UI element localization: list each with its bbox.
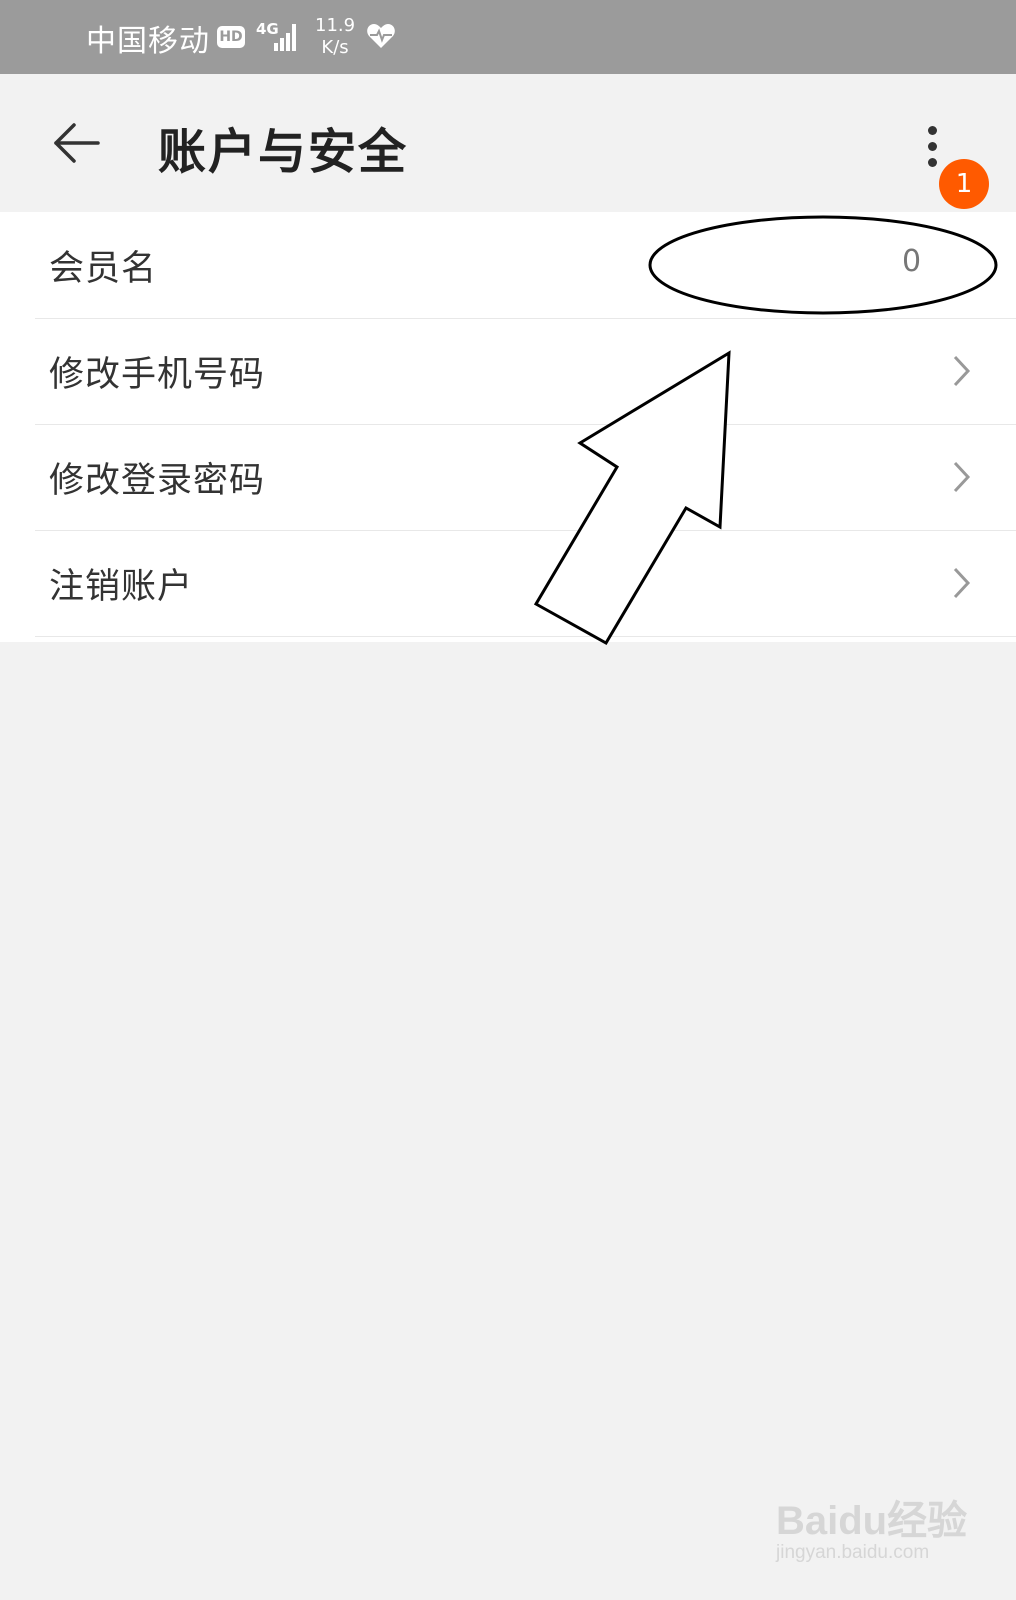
heart-icon <box>367 24 395 48</box>
watermark: Baidu经验 jingyan.baidu.com <box>776 1488 976 1564</box>
speed-value: 11.9 <box>315 15 356 36</box>
settings-list: 会员名 0 修改手机号码 修改登录密码 注销账户 <box>0 212 1016 642</box>
list-item-label: 修改手机号码 <box>49 355 266 395</box>
list-item-label: 修改登录密码 <box>49 461 266 501</box>
status-bar: 中国移动 HD 4G 11.9 K/s <box>0 0 1016 74</box>
hd-icon: HD <box>217 26 245 48</box>
notification-badge: 1 <box>939 159 989 209</box>
more-vertical-icon[interactable] <box>925 124 939 174</box>
list-item-label: 注销账户 <box>49 567 194 607</box>
list-item-label: 会员名 <box>49 249 158 289</box>
chevron-right-icon <box>953 567 971 599</box>
chevron-right-icon <box>953 461 971 493</box>
chevron-right-icon <box>953 355 971 387</box>
page-title: 账户与安全 <box>158 124 409 180</box>
carrier-name: 中国移动 <box>86 24 210 59</box>
list-item-cancel-account[interactable]: 注销账户 <box>35 530 1016 637</box>
list-item-change-password[interactable]: 修改登录密码 <box>35 424 1016 531</box>
app-bar: 账户与安全 1 <box>0 74 1016 212</box>
member-name-value: 0 <box>902 244 922 279</box>
watermark-brand: Baidu经验 <box>776 1499 968 1543</box>
network-speed: 11.9 K/s <box>315 15 355 59</box>
signal-icon <box>272 24 302 51</box>
back-arrow-icon[interactable] <box>52 118 102 168</box>
speed-unit: K/s <box>321 37 349 58</box>
list-item-change-phone[interactable]: 修改手机号码 <box>35 318 1016 425</box>
list-item-member-name[interactable]: 会员名 0 <box>35 212 1016 319</box>
